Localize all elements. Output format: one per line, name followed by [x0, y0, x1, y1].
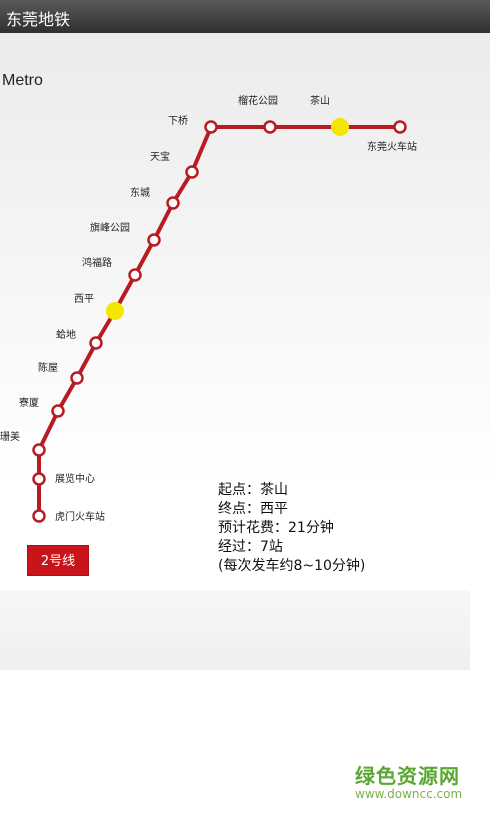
station-marker[interactable]	[89, 336, 103, 350]
stations-group	[32, 118, 407, 523]
station-label: 虎门火车站	[55, 510, 105, 523]
lower-panel	[0, 590, 470, 670]
stops-count-text: 经过：7站	[218, 539, 283, 555]
station-marker[interactable]	[106, 302, 124, 320]
station-marker[interactable]	[32, 443, 46, 457]
watermark-url: www.downcc.com	[355, 787, 463, 801]
estimated-time-text: 预计花费：21分钟	[218, 520, 334, 536]
station-marker[interactable]	[128, 268, 142, 282]
station-label: 旗峰公园	[90, 221, 130, 234]
station-label: 西平	[74, 294, 94, 305]
route-info: 起点：茶山 终点：西平 预计花费：21分钟 经过：7站 (每次发车约8~10分钟…	[218, 481, 365, 576]
station-label: 陈屋	[38, 361, 58, 374]
station-marker[interactable]	[204, 120, 218, 134]
station-marker[interactable]	[185, 165, 199, 179]
station-label: 珊美	[0, 430, 20, 443]
watermark: 绿色资源网 www.downcc.com	[355, 760, 475, 801]
station-labels-group: 东莞火车站 茶山 榴花公园下桥天宝东城旗峰公园鸿福路西平蛤地陈屋寮厦珊美展览中心虎门…	[0, 94, 417, 523]
station-label: 榴花公园	[238, 94, 278, 107]
station-label: 下桥	[168, 115, 188, 127]
station-marker[interactable]	[70, 371, 84, 385]
station-label: 寮厦	[19, 396, 39, 409]
route-line	[37, 125, 400, 516]
station-label: 蛤地	[56, 328, 76, 341]
station-marker[interactable]	[51, 404, 65, 418]
station-marker[interactable]	[32, 472, 46, 486]
station-marker[interactable]	[147, 233, 161, 247]
station-marker[interactable]	[331, 118, 349, 136]
start-station-text: 起点：茶山	[218, 482, 288, 498]
end-station-text: 终点：西平	[218, 501, 288, 517]
station-label: 东城	[130, 186, 150, 199]
station-label: 鸿福路	[82, 256, 112, 269]
station-label: 东莞火车站	[367, 140, 417, 153]
line-2-button[interactable]: 2号线	[27, 545, 89, 576]
line-2-track	[37, 125, 400, 516]
station-label: 茶山	[310, 94, 330, 107]
station-label: 天宝	[150, 150, 170, 163]
interval-text: (每次发车约8~10分钟)	[218, 558, 366, 574]
station-marker[interactable]	[32, 509, 46, 523]
station-marker[interactable]	[393, 120, 407, 134]
watermark-name: 绿色资源网	[355, 764, 460, 788]
station-marker[interactable]	[166, 196, 180, 210]
station-label: 展览中心	[55, 472, 95, 485]
station-marker[interactable]	[263, 120, 277, 134]
